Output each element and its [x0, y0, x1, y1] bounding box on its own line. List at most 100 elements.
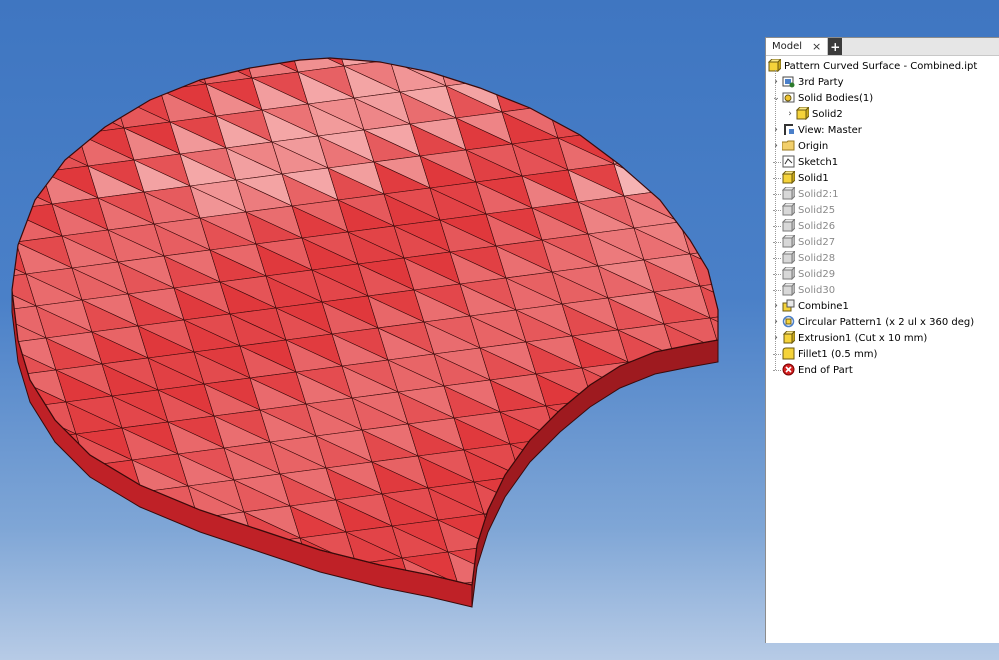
graphics-viewport[interactable] [0, 0, 765, 660]
browser-item[interactable]: › Solid2 [766, 105, 999, 122]
surface-facet [379, 58, 438, 61]
tree-guide-line [775, 70, 776, 370]
browser-item[interactable]: Sketch1 [766, 154, 999, 170]
surface-facet [12, 58, 59, 71]
browser-item[interactable]: › Circular Pattern1 (x 2 ul x 360 deg) [766, 314, 999, 330]
browser-item[interactable]: Solid25 [766, 201, 999, 218]
close-icon[interactable]: × [812, 40, 821, 53]
browser-item-label: End of Part [798, 364, 853, 376]
surface-facet [574, 495, 633, 529]
surface-facet [693, 419, 718, 453]
surface-facet [613, 163, 672, 197]
surface-facet [689, 253, 718, 287]
surface-facet [657, 457, 716, 491]
surface-facet [595, 565, 654, 585]
extrusion-icon [782, 329, 797, 345]
combine-icon [782, 299, 795, 312]
surface-facet [12, 107, 33, 141]
surface-facet [593, 99, 652, 133]
surface-facet [80, 600, 136, 632]
browser-item[interactable]: Solid30 [766, 281, 999, 298]
surface-facet [666, 483, 718, 517]
surface-facet [332, 58, 391, 61]
surface-facet [712, 18, 765, 50]
surface-facet [232, 8, 288, 40]
surface-facet [699, 285, 718, 319]
surface-facet [734, 542, 765, 574]
expand-chevron-icon[interactable]: › [786, 109, 794, 119]
surface-facet [186, 14, 242, 46]
surface-facet [426, 16, 482, 48]
surface-facet [12, 75, 23, 109]
surface-facet [694, 113, 718, 147]
surface-facet [320, 602, 376, 634]
surface-facet [649, 125, 708, 159]
surface-facet [12, 145, 44, 179]
surface-facet [720, 344, 765, 376]
browser-item-label: Solid25 [798, 204, 836, 216]
expand-chevron-icon[interactable]: › [772, 77, 780, 87]
surface-facet [675, 58, 718, 89]
view-icon [782, 123, 795, 136]
surface-facet [126, 594, 182, 626]
surface-facet [380, 22, 436, 54]
browser-item[interactable]: Solid29 [766, 265, 999, 282]
surface-facet [366, 590, 422, 622]
surface-facet [621, 495, 680, 529]
expand-chevron-icon[interactable]: › [772, 317, 780, 327]
3d-model-part[interactable] [0, 0, 765, 660]
end-of-part-icon [782, 363, 795, 376]
expand-chevron-icon[interactable]: › [772, 333, 780, 343]
surface-facet [591, 399, 650, 433]
surface-facet [736, 248, 765, 280]
browser-item[interactable]: Solid28 [766, 249, 999, 266]
surface-facet [602, 125, 661, 159]
browser-item[interactable]: ⌄ Solid Bodies(1) [766, 90, 999, 106]
surface-facet [59, 535, 118, 569]
surface-facet [714, 177, 718, 211]
browser-item-label: Combine1 [798, 300, 849, 312]
browser-item[interactable]: › View: Master [766, 122, 999, 138]
surface-facet [216, 575, 275, 585]
add-tab-button[interactable]: + [828, 38, 843, 55]
browser-item[interactable]: Solid26 [766, 217, 999, 234]
browser-item[interactable]: › Combine1 [766, 298, 999, 314]
expand-chevron-icon[interactable]: › [772, 141, 780, 151]
surface-facet [683, 387, 718, 421]
browser-item[interactable]: Solid2:1 [766, 185, 999, 202]
browser-item[interactable]: › 3rd Party [766, 74, 999, 90]
circular-pattern-icon [782, 315, 795, 328]
expand-chevron-icon[interactable]: › [772, 125, 780, 135]
collapse-chevron-icon[interactable]: ⌄ [772, 93, 780, 103]
surface-facet [648, 119, 707, 153]
tab-model[interactable]: Model × [766, 38, 829, 55]
surface-facet [472, 16, 528, 48]
surface-facet [21, 107, 80, 141]
browser-item-label: Solid2:1 [798, 188, 839, 200]
surface-facet [611, 463, 670, 497]
browser-item[interactable]: End of Part [766, 362, 999, 378]
browser-item-label: Extrusion1 (Cut x 10 mm) [798, 332, 928, 344]
surface-facet [686, 547, 718, 581]
browser-item[interactable]: › Extrusion1 (Cut x 10 mm) [766, 329, 999, 346]
solid-feature-gray-icon [781, 201, 797, 217]
surface-facet [639, 93, 698, 127]
browser-item[interactable]: › Origin [766, 138, 999, 154]
surface-facet [274, 602, 330, 634]
surface-facet [750, 446, 765, 478]
browser-item[interactable]: Pattern Curved Surface - Combined.ipt [766, 57, 999, 74]
surface-facet [12, 215, 18, 249]
surface-facet [736, 242, 765, 274]
surface-facet [320, 596, 376, 628]
surface-facet [730, 382, 765, 414]
surface-facet [687, 553, 718, 585]
browser-item[interactable]: Solid1 [766, 169, 999, 186]
browser-item[interactable]: Solid27 [766, 233, 999, 250]
surface-facet [115, 561, 174, 585]
surface-facet [594, 559, 653, 585]
expand-chevron-icon[interactable]: › [772, 301, 780, 311]
surface-facet [752, 146, 765, 178]
browser-item[interactable]: Fillet1 (0.5 mm) [766, 346, 999, 362]
surface-facet [646, 419, 705, 453]
surface-facet [724, 510, 765, 542]
